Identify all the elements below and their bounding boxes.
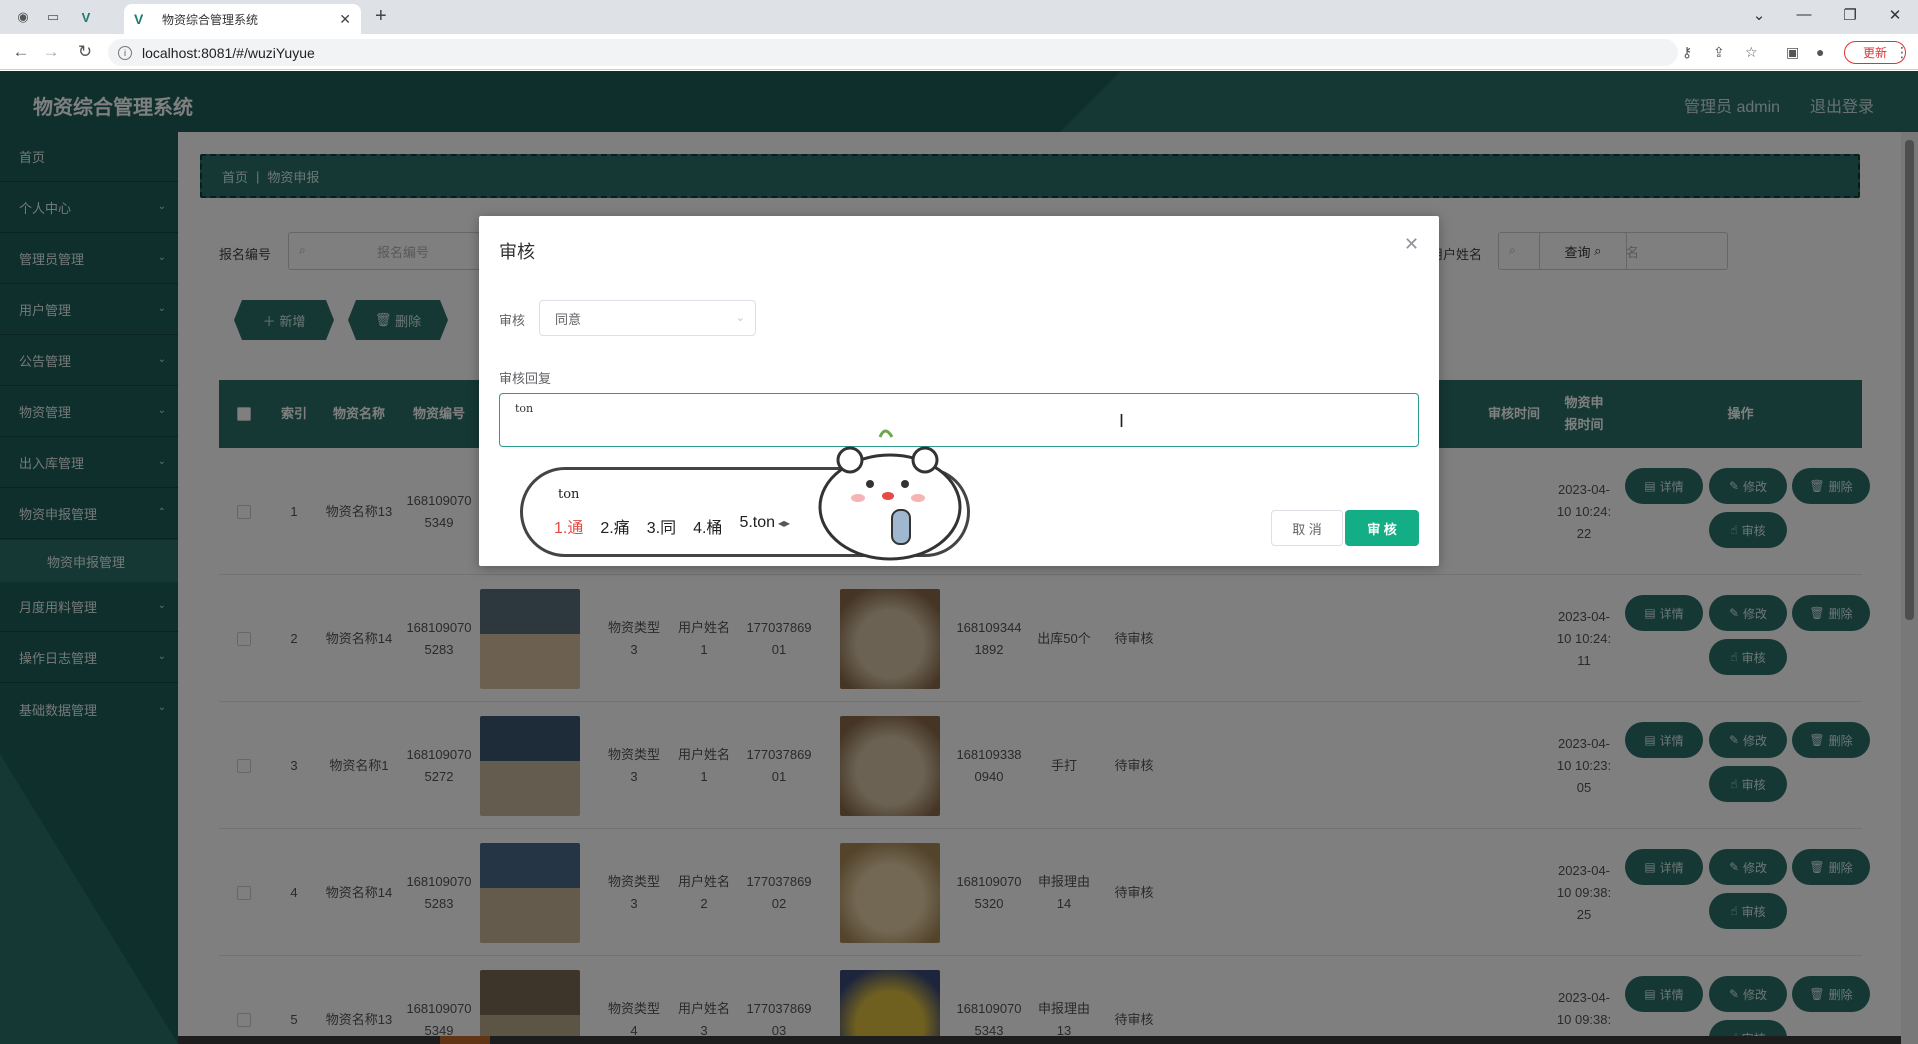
ime-candidate[interactable]: 2.痛 xyxy=(600,514,629,538)
reply-label: 审核回复 xyxy=(499,371,552,386)
tab-title: 物资综合管理系统 xyxy=(162,12,259,27)
browser-tab-strip: ◉ ▭ V V 物资综合管理系统 ✕ + ⌄ — ❐ ✕ xyxy=(0,0,1918,34)
restore-icon[interactable]: ❐ xyxy=(1838,6,1862,24)
new-tab-icon[interactable]: + xyxy=(375,5,387,28)
chevron-down-icon: ⌄ xyxy=(735,312,745,324)
profile-icon[interactable]: ● xyxy=(1816,44,1824,60)
address-bar: ← → ↻ i localhost:8081/#/wuziYuyue ⚷ ⇪ ☆… xyxy=(0,34,1918,70)
active-tab[interactable]: V 物资综合管理系统 ✕ xyxy=(124,4,361,34)
key-icon[interactable]: ⚷ xyxy=(1682,44,1692,61)
bookmark-star-icon[interactable]: ☆ xyxy=(1745,44,1758,61)
dialog-title: 审核 xyxy=(499,242,535,262)
vue-tab-icon[interactable]: V xyxy=(77,8,95,26)
github-tab-icon[interactable]: ◉ xyxy=(14,8,32,26)
ime-candidate[interactable]: 4.桶 xyxy=(693,514,722,538)
close-icon[interactable]: ✕ xyxy=(1404,234,1419,255)
url-text: localhost:8081/#/wuziYuyue xyxy=(142,44,315,61)
tab-close-icon[interactable]: ✕ xyxy=(339,11,351,28)
ime-candidate[interactable]: 3.同 xyxy=(647,514,676,538)
minimize-icon[interactable]: — xyxy=(1792,6,1816,23)
ime-page-arrows-icon[interactable]: ◂▸ xyxy=(778,516,790,530)
forward-icon[interactable]: → xyxy=(40,42,62,62)
reload-icon[interactable]: ↻ xyxy=(74,42,96,62)
ime-candidate[interactable]: 1.通 xyxy=(554,514,583,538)
text-cursor-icon: I xyxy=(1119,411,1125,431)
confirm-review-button[interactable]: 审 核 xyxy=(1345,510,1419,546)
ime-composition: ton xyxy=(558,487,580,502)
url-field[interactable]: i localhost:8081/#/wuziYuyue xyxy=(108,39,1678,66)
ime-candidate[interactable]: 5.ton xyxy=(739,514,775,538)
cancel-button[interactable]: 取 消 xyxy=(1271,510,1343,546)
side-panel-icon[interactable]: ▣ xyxy=(1786,44,1799,61)
back-icon[interactable]: ← xyxy=(10,42,32,62)
share-icon[interactable]: ⇪ xyxy=(1713,44,1725,61)
tab-search-icon[interactable]: ⌄ xyxy=(1747,6,1771,24)
ime-candidate-window: ton 1.通 2.痛 3.同 4.桶 5.ton ◂▸ xyxy=(520,429,970,561)
window-close-icon[interactable]: ✕ xyxy=(1883,6,1907,24)
blank-tab-icon[interactable]: ▭ xyxy=(44,8,62,26)
vue-favicon-icon: V xyxy=(134,11,144,27)
review-select[interactable]: 同意 ⌄ xyxy=(539,300,756,336)
ime-candidates: 1.通 2.痛 3.同 4.桶 5.ton xyxy=(554,514,792,538)
site-info-icon[interactable]: i xyxy=(118,45,132,60)
bear-mascot-icon xyxy=(818,429,962,561)
menu-kebab-icon[interactable]: ⋮ xyxy=(1895,44,1909,61)
review-field-label: 审核 xyxy=(499,313,526,328)
